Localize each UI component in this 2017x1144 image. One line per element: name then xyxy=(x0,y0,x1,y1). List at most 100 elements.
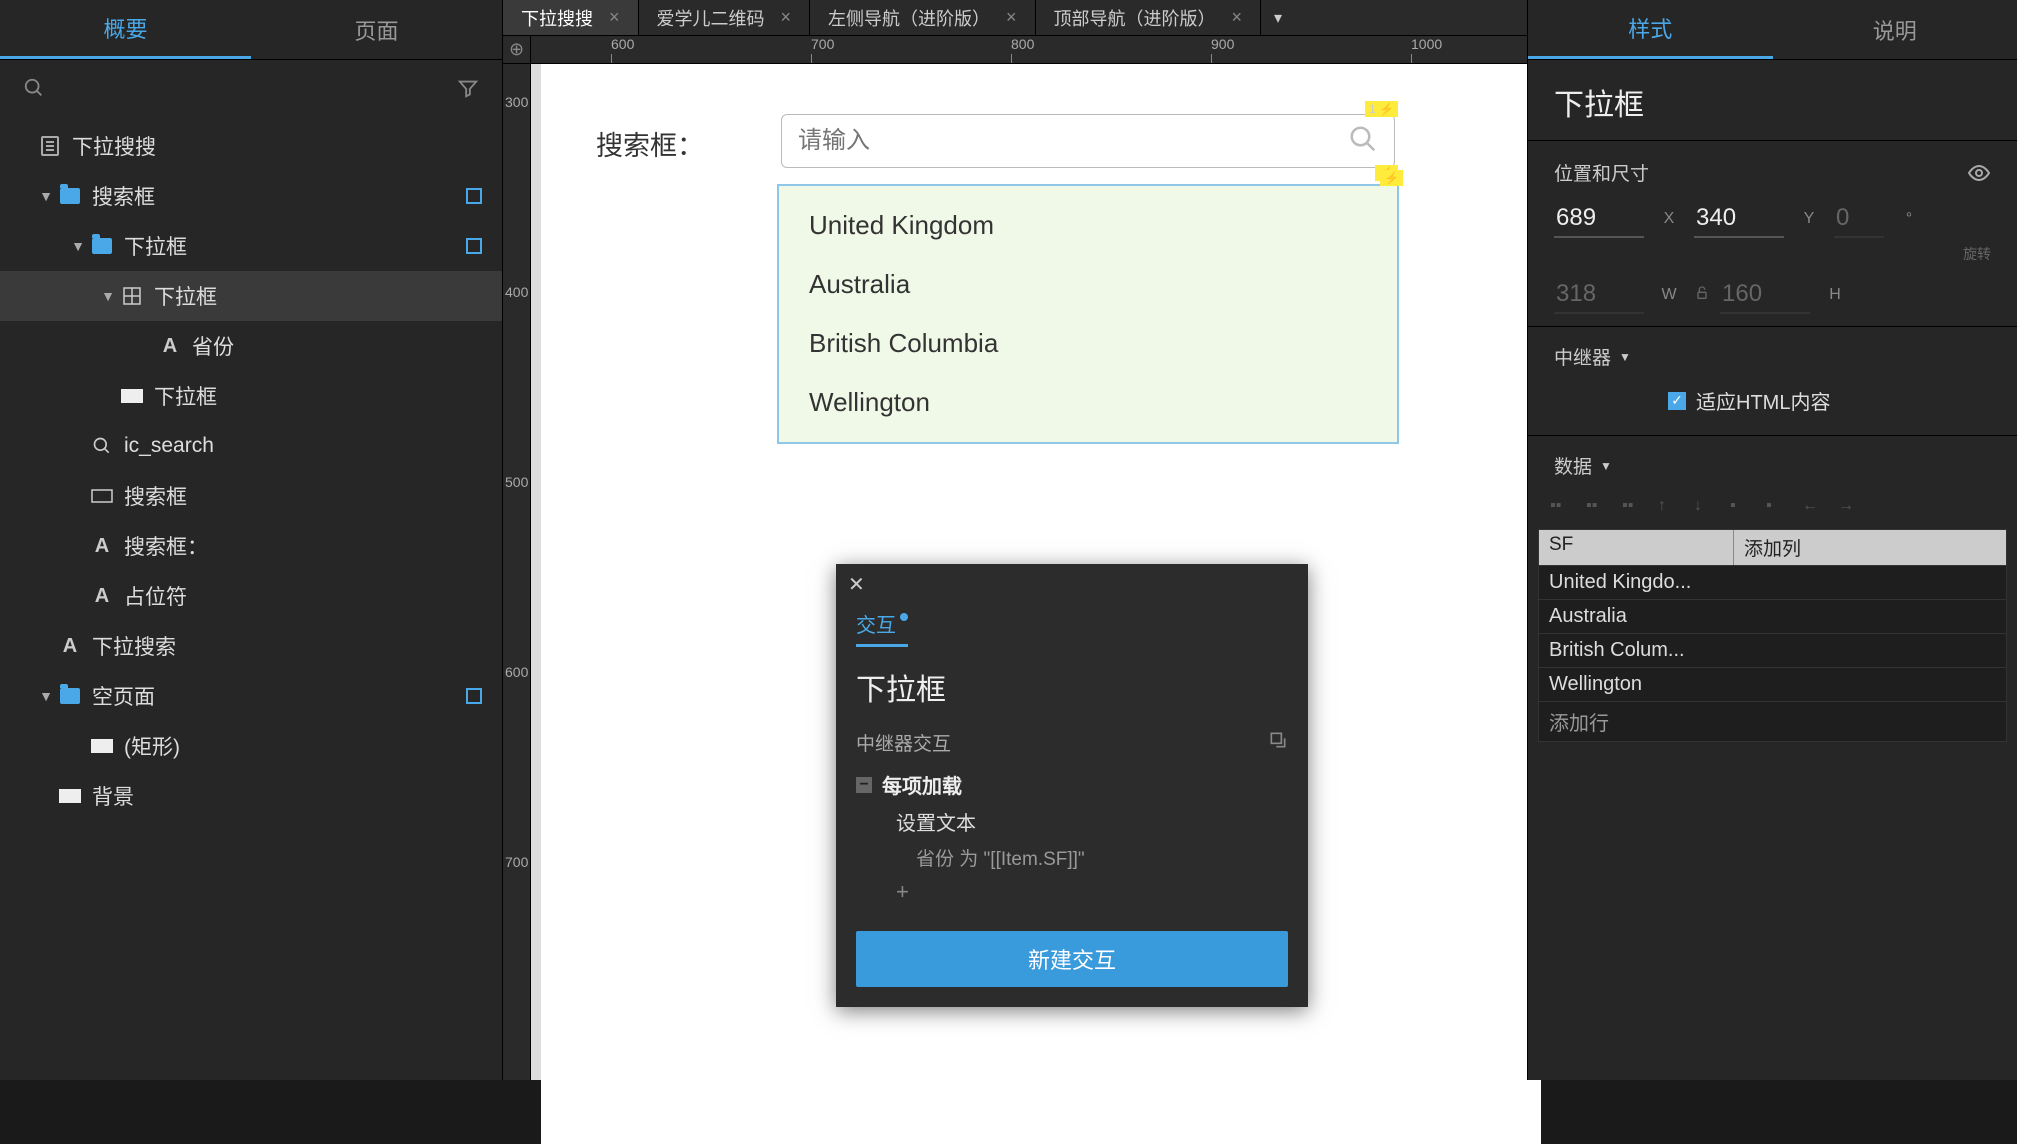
y-input[interactable] xyxy=(1694,200,1784,238)
outline-item[interactable]: (矩形) xyxy=(0,721,502,771)
outline-item[interactable]: A省份 xyxy=(0,321,502,371)
row-size: W H xyxy=(1528,270,2017,320)
new-interaction-button[interactable]: 新建交互 xyxy=(856,931,1288,987)
column-header[interactable]: SF xyxy=(1539,530,1734,565)
dropdown-item[interactable]: United Kingdom xyxy=(779,196,1397,255)
close-icon[interactable]: × xyxy=(1232,7,1243,28)
chevron-icon[interactable]: ▼ xyxy=(38,188,54,204)
filter-icon[interactable] xyxy=(454,74,482,102)
outline-item[interactable]: A占位符 xyxy=(0,571,502,621)
outline-item-label: 下拉框 xyxy=(124,231,466,261)
collapse-icon[interactable]: − xyxy=(856,777,872,793)
outline-item-label: 搜索框： xyxy=(124,531,482,561)
ix-action[interactable]: 设置文本 xyxy=(856,799,1288,840)
checkbox-checked-icon[interactable]: ✓ xyxy=(1668,392,1686,410)
chevron-icon[interactable]: ▼ xyxy=(38,688,54,704)
search-input[interactable] xyxy=(798,127,1348,155)
close-icon[interactable]: ✕ xyxy=(848,574,865,596)
close-icon[interactable]: × xyxy=(1006,7,1017,28)
table-row[interactable]: Australia xyxy=(1539,599,2006,633)
outline-item[interactable]: ic_search xyxy=(0,421,502,471)
widget-type-icon: A xyxy=(90,585,114,608)
interaction-badge-icon[interactable]: ⚡ xyxy=(1380,170,1403,186)
outline-item[interactable]: 搜索框 xyxy=(0,471,502,521)
w-label: W xyxy=(1654,286,1684,304)
section-repeater[interactable]: 中继器▼ xyxy=(1528,333,2017,380)
artboard: 搜索框： 1 ⚡ ⚡ ⚡ United KingdomAustraliaBrit… xyxy=(541,64,1541,1144)
close-icon[interactable]: × xyxy=(609,7,620,28)
table-row[interactable]: British Colum... xyxy=(1539,633,2006,667)
toolbar-icon[interactable]: ▪▪ xyxy=(1586,497,1610,517)
search-input-widget[interactable]: 1 ⚡ ⚡ xyxy=(781,114,1395,168)
ix-event[interactable]: − 每项加载 设置文本 省份 为 "[[Item.SF]]" + xyxy=(836,764,1308,915)
toolbar-icon[interactable]: ▪▪ xyxy=(1622,497,1646,517)
chevron-icon[interactable]: ▼ xyxy=(100,288,116,304)
toolbar-icon[interactable]: ▪▪ xyxy=(1550,497,1574,517)
tab-style[interactable]: 样式 xyxy=(1528,0,1773,59)
outline-item[interactable]: 下拉框 xyxy=(0,371,502,421)
outline-item[interactable]: ▼下拉框 xyxy=(0,271,502,321)
outline-tree: 下拉搜搜▼搜索框▼下拉框▼下拉框A省份下拉框ic_search搜索框A搜索框：A… xyxy=(0,115,502,821)
file-tab[interactable]: 左侧导航（进阶版）× xyxy=(810,0,1036,35)
table-row[interactable]: Wellington xyxy=(1539,667,2006,701)
outline-item[interactable]: ▼空页面 xyxy=(0,671,502,721)
width-input[interactable] xyxy=(1554,276,1644,314)
toolbar-icon[interactable]: ↓ xyxy=(1694,497,1718,517)
add-row-button[interactable]: 添加行 xyxy=(1539,701,2006,741)
dropdown-repeater[interactable]: ⚡ United KingdomAustraliaBritish Columbi… xyxy=(777,184,1399,444)
h-label: H xyxy=(1820,286,1850,304)
lock-icon[interactable] xyxy=(1694,285,1710,306)
rotation-input[interactable] xyxy=(1834,200,1884,238)
file-tab[interactable]: 下拉搜搜× xyxy=(503,0,639,35)
section-data[interactable]: 数据▼ xyxy=(1528,442,2017,489)
outline-item-label: ic_search xyxy=(124,434,482,458)
file-tab[interactable]: 顶部导航（进阶版）× xyxy=(1036,0,1262,35)
table-row[interactable]: United Kingdo... xyxy=(1539,565,2006,599)
outline-item[interactable]: A搜索框： xyxy=(0,521,502,571)
ruler-horizontal[interactable]: 6007008009001000 xyxy=(531,36,1527,64)
ruler-tick: 500 xyxy=(505,474,528,490)
outline-item[interactable]: 背景 xyxy=(0,771,502,821)
height-input[interactable] xyxy=(1720,276,1810,314)
close-icon[interactable]: × xyxy=(781,7,792,28)
tab-interactions[interactable]: 交互 xyxy=(856,609,908,647)
dropdown-item[interactable]: Wellington xyxy=(779,373,1397,432)
add-column-button[interactable]: 添加列 xyxy=(1734,530,2006,565)
fit-html-checkbox-row[interactable]: ✓ 适应HTML内容 xyxy=(1528,380,2017,429)
ruler-tick: 700 xyxy=(505,854,528,870)
tab-outline[interactable]: 概要 xyxy=(0,0,251,59)
tab-notes[interactable]: 说明 xyxy=(1773,0,2017,59)
outline-item[interactable]: ▼搜索框 xyxy=(0,171,502,221)
ruler-tick: 700 xyxy=(811,36,834,52)
outline-item[interactable]: 下拉搜搜 xyxy=(0,121,502,171)
x-input[interactable] xyxy=(1554,200,1644,238)
tab-pages[interactable]: 页面 xyxy=(251,0,502,59)
outline-item-label: (矩形) xyxy=(124,731,482,761)
ruler-vertical[interactable]: 300400500600700 xyxy=(503,64,531,1080)
repeater-data-table[interactable]: SF 添加列 United Kingdo...AustraliaBritish … xyxy=(1538,529,2007,742)
chevron-icon[interactable]: ▼ xyxy=(70,238,86,254)
inspector-panel: 样式 说明 下拉框 位置和尺寸 X Y ° 旋转 W H 中继器▼ ✓ 适应HT… xyxy=(1527,0,2017,1080)
search-icon[interactable] xyxy=(20,74,48,102)
dropdown-item[interactable]: British Columbia xyxy=(779,314,1397,373)
outline-item[interactable]: A下拉搜索 xyxy=(0,621,502,671)
canvas[interactable]: 搜索框： 1 ⚡ ⚡ ⚡ United KingdomAustraliaBrit… xyxy=(531,64,1527,1080)
add-action-button[interactable]: + xyxy=(856,875,1288,909)
toolbar-icon[interactable]: ↑ xyxy=(1658,497,1682,517)
interaction-badge[interactable]: 1 ⚡ xyxy=(1365,101,1398,117)
popout-icon[interactable] xyxy=(1268,730,1288,756)
toolbar-icon[interactable]: ▪ xyxy=(1766,497,1790,517)
ruler-tick: 900 xyxy=(1211,36,1234,52)
visibility-icon[interactable] xyxy=(1967,161,1991,185)
toolbar-icon[interactable]: ← xyxy=(1802,497,1826,517)
dropdown-item[interactable]: Australia xyxy=(779,255,1397,314)
tabs-overflow-icon[interactable]: ▾ xyxy=(1261,0,1295,35)
toolbar-icon[interactable]: ▪ xyxy=(1730,497,1754,517)
widget-name[interactable]: 下拉框 xyxy=(1528,60,2017,134)
file-tab[interactable]: 爱学儿二维码× xyxy=(639,0,811,35)
toolbar-icon[interactable]: → xyxy=(1838,497,1862,517)
ruler-origin-icon[interactable]: ⊕ xyxy=(503,36,531,64)
outline-item[interactable]: ▼ 下拉框 xyxy=(0,221,502,271)
fit-html-label: 适应HTML内容 xyxy=(1696,386,1830,415)
search-icon[interactable] xyxy=(1348,124,1378,159)
